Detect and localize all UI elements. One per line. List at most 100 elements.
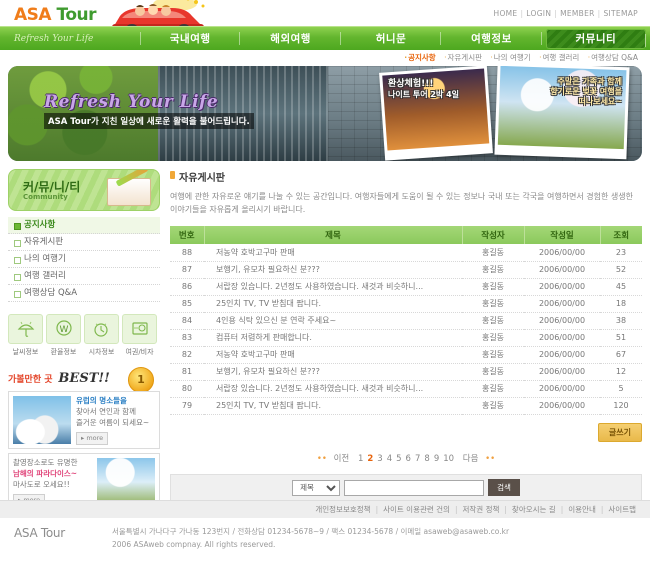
top-link-login[interactable]: LOGIN (526, 9, 551, 18)
table-row[interactable]: 81 보행기, 유모차 필요하신 분??? 홍길동 2006/00/00 12 (170, 363, 642, 381)
promo-card-europe[interactable]: 유럽의 명소들을 찾아서 연인과 함께 즐거운 여름이 되세요~ ▸ more (8, 391, 160, 449)
site-logo[interactable]: ASA Tour (14, 5, 96, 25)
sidebar-item-mytravel[interactable]: 나의 여행기 (8, 251, 160, 268)
cell-no: 85 (170, 295, 204, 313)
top-link-sitemap[interactable]: SITEMAP (603, 9, 638, 18)
won-currency-icon: W (46, 314, 81, 344)
svg-text:W: W (59, 325, 68, 335)
page-number-7[interactable]: 7 (415, 454, 420, 464)
subnav-item-notice[interactable]: ·공지사항 (404, 53, 435, 62)
quick-icon-passport[interactable]: 여권/비자 (122, 314, 157, 357)
nav-item-domestic[interactable]: 국내여행 (140, 27, 241, 51)
page-number-8[interactable]: 8 (424, 454, 429, 464)
cell-date: 2006/00/00 (524, 397, 600, 415)
top-link-member[interactable]: MEMBER (560, 9, 595, 18)
cell-subject[interactable]: 보행기, 유모차 필요하신 분??? (204, 261, 462, 279)
more-button[interactable]: ▸ more (76, 431, 109, 446)
next-page-link[interactable]: 다음 (463, 454, 479, 464)
cell-subject[interactable]: 저농약 호박고구마 판매 (204, 346, 462, 364)
passport-card-icon (122, 314, 157, 344)
cell-subject[interactable]: 4인용 식탁 있으신 분 연락 주세요~ (204, 312, 462, 330)
cell-subject[interactable]: 25인치 TV, TV 받침대 팝니다. (204, 397, 462, 415)
cell-subject[interactable]: 서랍장 있습니다. 2년정도 사용하였습니다. 새것과 비슷하니... (204, 380, 462, 398)
quick-icon-exchange[interactable]: W 환율정보 (46, 314, 81, 357)
bullet-icon: · (404, 53, 408, 62)
promo-line-1: 촬영장소로도 유명한 (13, 458, 78, 467)
page-number-4[interactable]: 4 (387, 454, 392, 464)
subnav-label: 여행상담 Q&A (591, 53, 638, 62)
page-number-2[interactable]: 2 (367, 454, 373, 464)
cell-no: 88 (170, 244, 204, 262)
quick-icon-timezone[interactable]: 시차정보 (84, 314, 119, 357)
search-button[interactable]: 검색 (488, 479, 520, 497)
table-row[interactable]: 82 저농약 호박고구마 판매 홍길동 2006/00/00 67 (170, 346, 642, 364)
next-arrow-icon[interactable]: •• (485, 454, 495, 464)
search-input[interactable] (344, 479, 485, 496)
col-header-date: 작성일 (524, 226, 601, 245)
subnav-item-qna[interactable]: ·여행상담 Q&A (588, 53, 638, 62)
sidebar-item-qna[interactable]: 여행상담 Q&A (8, 285, 160, 302)
table-row[interactable]: 86 서랍장 있습니다. 2년정도 사용하였습니다. 새것과 비슷하니... 홍길동… (170, 278, 642, 296)
table-row[interactable]: 85 25인치 TV, TV 받침대 팝니다. 홍길동 2006/00/00 18 (170, 295, 642, 313)
footer-address-block: 서울특별시 가나다구 가나동 123번지 / 전화상담 01234-5678~9… (112, 526, 509, 552)
nav-item-travelinfo[interactable]: 여행정보 (441, 27, 543, 51)
best-title-ko: 가볼만한 곳 (8, 375, 53, 385)
page-number-10[interactable]: 10 (443, 454, 454, 464)
page-number-3[interactable]: 3 (377, 454, 382, 464)
footer-link-directions[interactable]: 찾아오시는 길 (512, 505, 556, 514)
page-number-5[interactable]: 5 (396, 454, 401, 464)
page-number-6[interactable]: 6 (406, 454, 411, 464)
cell-subject[interactable]: 컴퓨터 저렴하게 판매합니다. (204, 329, 462, 347)
sidebar-item-freeboard[interactable]: 자유게시판 (8, 234, 160, 251)
table-row[interactable]: 84 4인용 식탁 있으신 분 연락 주세요~ 홍길동 2006/00/00 38 (170, 312, 642, 330)
sidebar-item-gallery[interactable]: 여행 갤러리 (8, 268, 160, 285)
main-content: 자유게시판 여행에 관한 자유로운 얘기를 나눌 수 있는 공간입니다. 여행자… (170, 169, 642, 511)
nav-item-overseas[interactable]: 해외여행 (240, 27, 342, 51)
subnav-item-gallery[interactable]: ·여행 갤러리 (539, 53, 579, 62)
write-button[interactable]: 글쓰기 (597, 422, 642, 442)
footer-body: ASA Tour 서울특별시 가나다구 가나동 123번지 / 전화상담 012… (0, 518, 650, 563)
footer-link-copyright-policy[interactable]: 저작권 정책 (463, 505, 500, 514)
cell-subject[interactable]: 서랍장 있습니다. 2년정도 사용하였습니다. 새것과 비슷하니... (204, 278, 462, 296)
footer-link-sitemap[interactable]: 사이트맵 (608, 505, 636, 514)
promo-image-cherry-blossom (97, 458, 155, 506)
site-footer: 개인정보보호정책 | 사이트 이용관련 건의 | 저작권 정책 | 찾아오시는 길 | 이용안내… (0, 500, 650, 563)
page-number-list: 1 2 3 4 5 6 7 8 9 10 (356, 454, 456, 464)
cell-subject[interactable]: 보행기, 유모차 필요하신 분??? (204, 363, 462, 381)
table-row[interactable]: 79 25인치 TV, TV 받침대 팝니다. 홍길동 2006/00/00 120 (170, 397, 642, 415)
footer-link-privacy[interactable]: 개인정보보호정책 (315, 505, 370, 514)
table-row[interactable]: 88 저농약 호박고구마 판매 홍길동 2006/00/00 23 (170, 244, 642, 262)
quick-icon-label: 시차정보 (88, 348, 115, 356)
prev-arrow-icon[interactable]: •• (317, 454, 327, 464)
page-number-1[interactable]: 1 (358, 454, 363, 464)
footer-link-guide[interactable]: 이용안내 (568, 505, 596, 514)
cell-writer: 홍길동 (462, 295, 524, 313)
page-number-9[interactable]: 9 (434, 454, 439, 464)
table-row[interactable]: 83 컴퓨터 저렴하게 판매합니다. 홍길동 2006/00/00 51 (170, 329, 642, 347)
nav-item-honeymoon[interactable]: 허니문 (341, 27, 442, 51)
table-row[interactable]: 87 보행기, 유모차 필요하신 분??? 홍길동 2006/00/00 52 (170, 261, 642, 279)
search-field-select[interactable]: 제목 (292, 479, 341, 496)
footer-link-suggestion[interactable]: 사이트 이용관련 건의 (383, 505, 450, 514)
board-table: 번호 제목 작성자 작성일 조회 88 저농약 호박고구마 판매 홍길동 2006/0… (170, 226, 642, 415)
divider: | (454, 505, 458, 514)
footer-logo: ASA Tour (14, 526, 65, 540)
nav-item-community[interactable]: 커뮤니티 (545, 28, 647, 49)
cell-subject[interactable]: 25인치 TV, TV 받침대 팝니다. (204, 295, 462, 313)
sidebar-item-notice[interactable]: 공지사항 (8, 217, 160, 234)
divider: | (560, 505, 564, 514)
subnav-item-mytravel[interactable]: ·나의 여행기 (490, 53, 530, 62)
subnav-item-freeboard[interactable]: ·자유게시판 (444, 53, 482, 62)
logo-asa-text: ASA (14, 5, 52, 25)
hero-subtitle: ASA Tour가 지친 일상에 새로운 활력을 불어드립니다. (44, 113, 254, 129)
cell-writer: 홍길동 (462, 346, 524, 364)
prev-page-link[interactable]: 이전 (334, 454, 350, 464)
top-link-home[interactable]: HOME (494, 9, 518, 18)
cell-subject[interactable]: 저농약 호박고구마 판매 (204, 244, 462, 262)
cell-hit: 5 (600, 380, 642, 398)
quick-icon-weather[interactable]: 날씨정보 (8, 314, 43, 357)
cell-writer: 홍길동 (462, 261, 524, 279)
table-row[interactable]: 80 서랍장 있습니다. 2년정도 사용하였습니다. 새것과 비슷하니... 홍길동… (170, 380, 642, 398)
open-book-icon (107, 178, 151, 206)
quick-icon-label: 환율정보 (50, 348, 77, 356)
